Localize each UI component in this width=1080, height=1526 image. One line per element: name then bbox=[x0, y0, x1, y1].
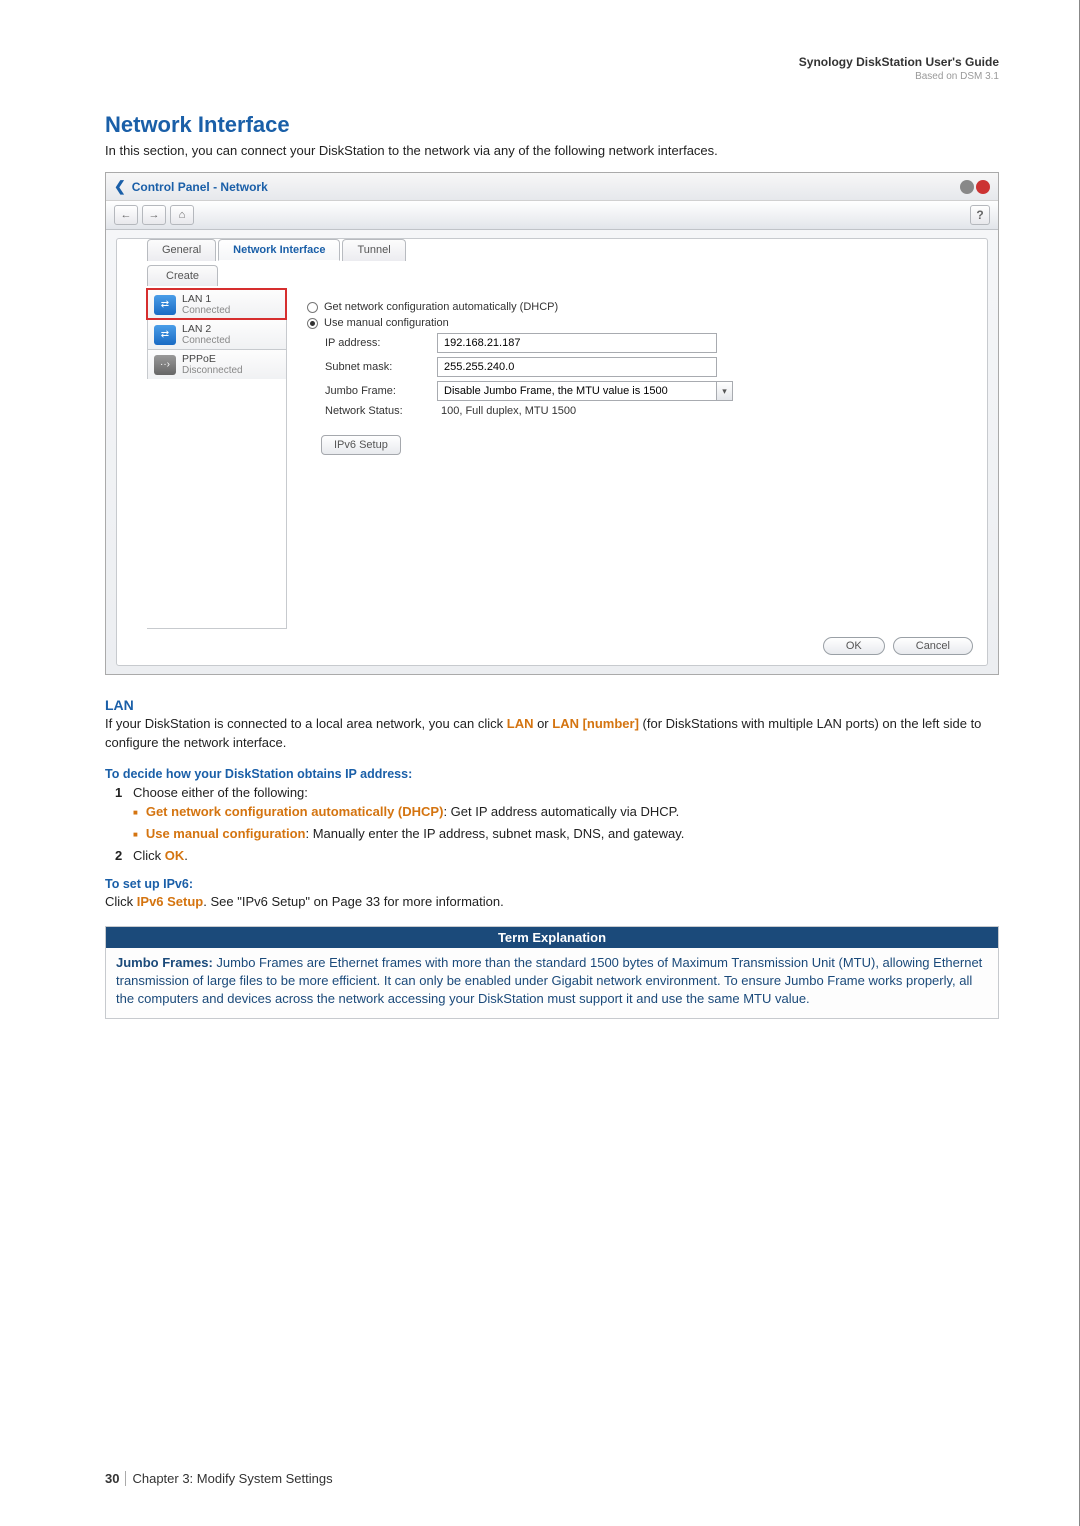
term-lead: Jumbo Frames: bbox=[116, 955, 213, 970]
sidebar-item-lan2[interactable]: ⇄ LAN 2 Connected bbox=[147, 319, 286, 349]
step1-text: Choose either of the following: bbox=[133, 785, 308, 800]
ipv6-text: Click IPv6 Setup. See "IPv6 Setup" on Pa… bbox=[105, 893, 999, 912]
radio-icon bbox=[307, 302, 318, 313]
panel: General Network Interface Tunnel Create … bbox=[116, 238, 988, 666]
pppoe-status: Disconnected bbox=[182, 365, 243, 376]
back-button[interactable]: ← bbox=[114, 205, 138, 225]
sidebar-item-lan1[interactable]: ⇄ LAN 1 Connected bbox=[147, 289, 286, 319]
radio-manual[interactable]: Use manual configuration bbox=[307, 317, 967, 329]
lan2-status: Connected bbox=[182, 335, 230, 346]
tab-tunnel[interactable]: Tunnel bbox=[342, 239, 405, 261]
create-button[interactable]: Create bbox=[147, 265, 218, 286]
lan1-name: LAN 1 bbox=[182, 293, 230, 305]
window-title: Control Panel - Network bbox=[132, 180, 268, 194]
forward-button[interactable]: → bbox=[142, 205, 166, 225]
step-number: 1 bbox=[115, 785, 127, 800]
page-header: Synology DiskStation User's Guide Based … bbox=[105, 55, 999, 82]
netstatus-value: 100, Full duplex, MTU 1500 bbox=[437, 405, 576, 417]
tab-general[interactable]: General bbox=[147, 239, 216, 261]
guide-subtitle: Based on DSM 3.1 bbox=[105, 71, 999, 82]
bullet-icon: ■ bbox=[133, 826, 138, 844]
pppoe-name: PPPoE bbox=[182, 353, 243, 365]
ip-input[interactable] bbox=[437, 333, 717, 353]
lan-number-link: LAN [number] bbox=[552, 716, 639, 731]
radio-dhcp[interactable]: Get network configuration automatically … bbox=[307, 301, 967, 313]
lan-heading: LAN bbox=[105, 697, 999, 713]
lan-link: LAN bbox=[507, 716, 534, 731]
lan-icon: ⇄ bbox=[154, 295, 176, 315]
form-area: Get network configuration automatically … bbox=[287, 265, 987, 629]
sidebar-item-pppoe[interactable]: ··› PPPoE Disconnected bbox=[147, 349, 286, 379]
term-explanation-box: Term Explanation Jumbo Frames: Jumbo Fra… bbox=[105, 926, 999, 1020]
lan-text: If your DiskStation is connected to a lo… bbox=[105, 715, 999, 753]
opt-dhcp-bold: Get network configuration automatically … bbox=[146, 804, 444, 819]
page-number: 30 bbox=[105, 1471, 126, 1486]
page-footer: 30 Chapter 3: Modify System Settings bbox=[105, 1471, 333, 1486]
term-body: Jumbo Frames: Jumbo Frames are Ethernet … bbox=[106, 948, 998, 1019]
cancel-button[interactable]: Cancel bbox=[893, 637, 973, 655]
jumbo-label: Jumbo Frame: bbox=[307, 385, 437, 397]
chevron-down-icon[interactable]: ▾ bbox=[717, 381, 733, 401]
lan-icon: ⇄ bbox=[154, 325, 176, 345]
ipv6-setup-button[interactable]: IPv6 Setup bbox=[321, 435, 401, 455]
minimize-icon[interactable] bbox=[960, 180, 974, 194]
radio-icon bbox=[307, 318, 318, 329]
step2-ok: OK bbox=[165, 848, 185, 863]
ipv6-setup-link: IPv6 Setup bbox=[137, 894, 203, 909]
tab-network-interface[interactable]: Network Interface bbox=[218, 239, 340, 261]
section-intro: In this section, you can connect your Di… bbox=[105, 142, 999, 160]
home-button[interactable]: ⌂ bbox=[170, 205, 194, 225]
guide-title: Synology DiskStation User's Guide bbox=[105, 55, 999, 69]
interface-sidebar: ⇄ LAN 1 Connected ⇄ LAN 2 Connected bbox=[147, 289, 287, 629]
opt-dhcp-rest: : Get IP address automatically via DHCP. bbox=[443, 804, 679, 819]
ip-label: IP address: bbox=[307, 337, 437, 349]
window-titlebar: ❮ Control Panel - Network bbox=[106, 173, 998, 200]
netstatus-label: Network Status: bbox=[307, 405, 437, 417]
mask-input[interactable] bbox=[437, 357, 717, 377]
chapter-label: Chapter 3: Modify System Settings bbox=[132, 1471, 332, 1486]
screenshot-window: ❮ Control Panel - Network ← → ⌂ ? Genera… bbox=[105, 172, 999, 675]
step-number: 2 bbox=[115, 848, 127, 863]
bullet-icon: ■ bbox=[133, 804, 138, 822]
radio-dhcp-label: Get network configuration automatically … bbox=[324, 301, 558, 313]
term-heading: Term Explanation bbox=[106, 927, 998, 948]
lan1-status: Connected bbox=[182, 305, 230, 316]
help-button[interactable]: ? bbox=[970, 205, 990, 225]
term-text: Jumbo Frames are Ethernet frames with mo… bbox=[116, 955, 982, 1006]
synology-logo-icon: ❮ bbox=[114, 178, 126, 195]
close-icon[interactable] bbox=[976, 180, 990, 194]
jumbo-select[interactable] bbox=[437, 381, 717, 401]
opt-manual-bold: Use manual configuration bbox=[146, 826, 306, 841]
radio-manual-label: Use manual configuration bbox=[324, 317, 449, 329]
pppoe-icon: ··› bbox=[154, 355, 176, 375]
lan2-name: LAN 2 bbox=[182, 323, 230, 335]
ipv6-heading: To set up IPv6: bbox=[105, 877, 999, 891]
decide-heading: To decide how your DiskStation obtains I… bbox=[105, 767, 999, 781]
mask-label: Subnet mask: bbox=[307, 361, 437, 373]
section-title: Network Interface bbox=[105, 112, 999, 138]
opt-manual-rest: : Manually enter the IP address, subnet … bbox=[305, 826, 684, 841]
ok-button[interactable]: OK bbox=[823, 637, 885, 655]
toolbar: ← → ⌂ ? bbox=[106, 200, 998, 230]
